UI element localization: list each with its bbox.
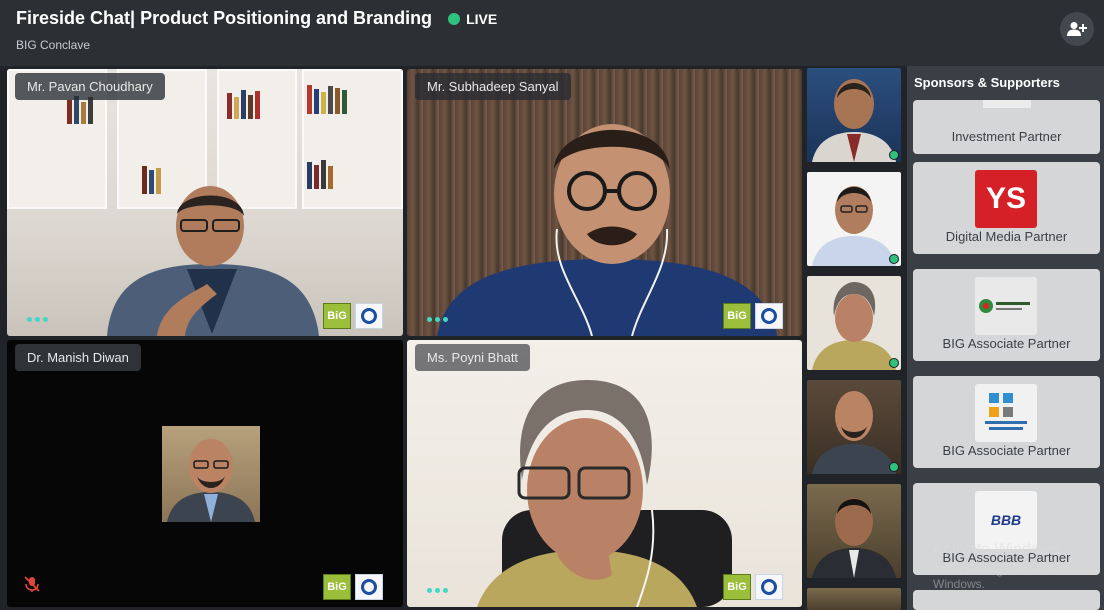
conclave-logo-icon — [755, 574, 783, 600]
sponsor-label: Digital Media Partner — [945, 229, 1068, 244]
meeting-subtitle: BIG Conclave — [16, 38, 91, 52]
big-logo: BiG — [323, 303, 351, 329]
participant-video-poyni — [477, 380, 732, 607]
add-participant-button[interactable] — [1060, 12, 1094, 46]
online-status-icon — [889, 150, 899, 160]
participant-thumbnail[interactable] — [807, 172, 901, 266]
participant-video-pavan — [107, 186, 319, 336]
video-tile-pavan[interactable]: Mr. Pavan Choudhary BiG — [7, 69, 403, 336]
participant-thumbnail[interactable] — [807, 588, 901, 610]
participant-thumbnail[interactable] — [807, 380, 901, 474]
sponsor-logo: YS — [975, 170, 1037, 228]
participant-name: Ms. Poyni Bhatt — [415, 344, 531, 371]
title-row: Fireside Chat| Product Positioning and B… — [16, 8, 497, 29]
participant-thumbnail-video — [812, 79, 896, 162]
activate-windows-hint: Go to Settings to activate Windows. — [933, 563, 1068, 591]
speaking-indicator-icon — [427, 317, 448, 322]
participant-thumbnail[interactable] — [807, 484, 901, 578]
live-badge: LIVE — [448, 11, 497, 27]
add-person-icon — [1067, 22, 1087, 36]
participant-name: Mr. Subhadeep Sanyal — [415, 73, 571, 100]
mic-muted-icon[interactable] — [23, 575, 41, 593]
big-logo: BiG — [723, 574, 751, 600]
speaking-indicator-icon — [27, 317, 48, 322]
participant-video-subhadeep — [437, 124, 777, 336]
participant-thumbnail-video — [812, 282, 896, 370]
participant-thumbnail-video — [812, 498, 896, 578]
participant-thumbnail[interactable] — [807, 68, 901, 162]
meeting-header: Fireside Chat| Product Positioning and B… — [0, 0, 1104, 66]
sponsors-title: Sponsors & Supporters — [914, 75, 1060, 90]
sponsor-logo — [983, 100, 1031, 108]
conclave-logo-icon — [355, 303, 383, 329]
big-logo: BiG — [723, 303, 751, 329]
big-logo: BiG — [323, 574, 351, 600]
sponsors-panel[interactable]: Sponsors & Supporters Investment Partner… — [907, 66, 1104, 610]
conclave-logo-icon — [755, 303, 783, 329]
sponsor-card[interactable]: BIG Associate Partner — [913, 376, 1100, 468]
sponsor-label: BIG Associate Partner — [942, 336, 1071, 351]
participant-inset-video-manish — [162, 426, 260, 522]
participant-name: Mr. Pavan Choudhary — [15, 73, 165, 100]
live-label: LIVE — [466, 10, 498, 27]
online-status-icon — [889, 462, 899, 472]
participant-thumbnail-video — [812, 186, 896, 266]
sponsor-card[interactable] — [913, 590, 1100, 610]
participant-thumbnail-video — [812, 391, 896, 474]
participant-name: Dr. Manish Diwan — [15, 344, 141, 371]
speaking-indicator-icon — [427, 588, 448, 593]
video-tile-poyni[interactable]: Ms. Poyni Bhatt BiG — [407, 340, 802, 607]
video-tile-subhadeep[interactable]: Mr. Subhadeep Sanyal BiG — [407, 69, 802, 336]
books — [227, 89, 260, 119]
video-tile-manish[interactable]: Dr. Manish Diwan BiG — [7, 340, 403, 607]
activate-windows-watermark: Activate Windows — [933, 541, 1060, 558]
online-status-icon — [889, 254, 899, 264]
sponsor-logo — [975, 277, 1037, 335]
books — [307, 84, 347, 114]
sponsor-label: Investment Partner — [951, 129, 1062, 144]
sponsor-label: BIG Associate Partner — [942, 443, 1071, 458]
live-dot-icon — [448, 12, 461, 25]
sponsor-card[interactable]: Investment Partner — [913, 100, 1100, 154]
sponsor-card[interactable]: BIG Associate Partner — [913, 269, 1100, 361]
meeting-title: Fireside Chat| Product Positioning and B… — [16, 8, 433, 28]
sponsor-card[interactable]: BBB BIG Associate Partner — [913, 483, 1100, 575]
participant-thumbnail[interactable] — [807, 276, 901, 370]
conclave-logo-icon — [355, 574, 383, 600]
online-status-icon — [889, 358, 899, 368]
sponsor-card[interactable]: YS Digital Media Partner — [913, 162, 1100, 254]
sponsor-logo — [975, 384, 1037, 442]
